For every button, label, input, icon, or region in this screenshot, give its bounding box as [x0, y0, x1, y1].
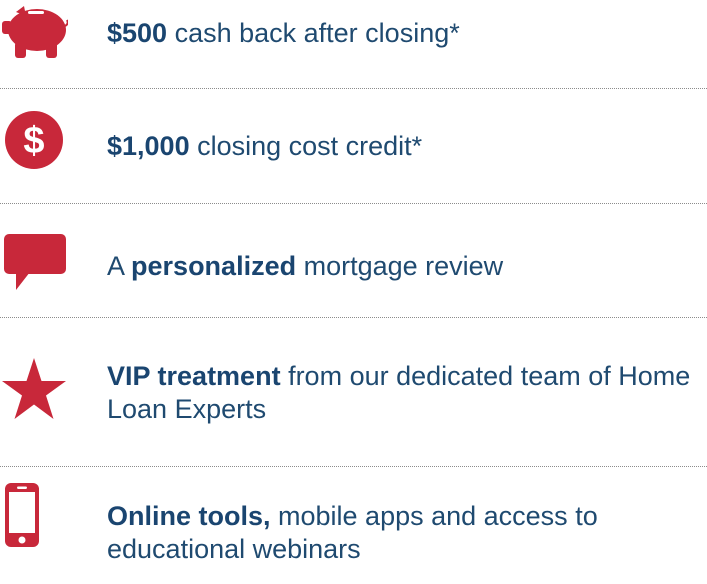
- smartphone-icon: [5, 483, 39, 547]
- benefit-bold: $1,000: [107, 131, 190, 161]
- benefit-text-cash-back: $500 cash back after closing*: [107, 17, 707, 50]
- benefit-bold: $500: [107, 18, 168, 48]
- benefit-text-vip-treatment: VIP treatment from our dedicated team of…: [107, 360, 707, 426]
- speech-bubble-icon: [4, 234, 66, 290]
- benefit-bold: VIP treatment: [107, 361, 281, 391]
- benefit-text-closing-credit: $1,000 closing cost credit*: [107, 130, 707, 163]
- divider: [0, 317, 707, 318]
- divider: [0, 88, 707, 89]
- benefit-rest: mortgage review: [296, 251, 504, 281]
- benefit-item-cash-back: $500 cash back after closing*: [0, 0, 707, 80]
- benefit-item-online-tools: Online tools, mobile apps and access to …: [0, 480, 707, 584]
- benefit-text-online-tools: Online tools, mobile apps and access to …: [107, 500, 707, 566]
- svg-text:$: $: [23, 120, 44, 162]
- divider: [0, 466, 707, 467]
- benefit-bold: personalized: [131, 251, 297, 281]
- dollar-icon: $: [4, 110, 64, 170]
- divider: [0, 203, 707, 204]
- benefit-text-mortgage-review: A personalized mortgage review: [107, 250, 707, 283]
- piggy-bank-icon: [2, 4, 68, 60]
- benefit-item-vip-treatment: VIP treatment from our dedicated team of…: [0, 340, 707, 450]
- benefit-prefix: A: [107, 251, 132, 281]
- benefit-item-mortgage-review: A personalized mortgage review: [0, 230, 707, 310]
- star-icon: [2, 358, 66, 420]
- benefit-rest: closing cost credit*: [189, 131, 423, 161]
- benefit-item-closing-credit: $ $1,000 closing cost credit*: [0, 110, 707, 190]
- benefit-rest: cash back after closing*: [167, 18, 460, 48]
- benefit-bold: Online tools,: [107, 501, 271, 531]
